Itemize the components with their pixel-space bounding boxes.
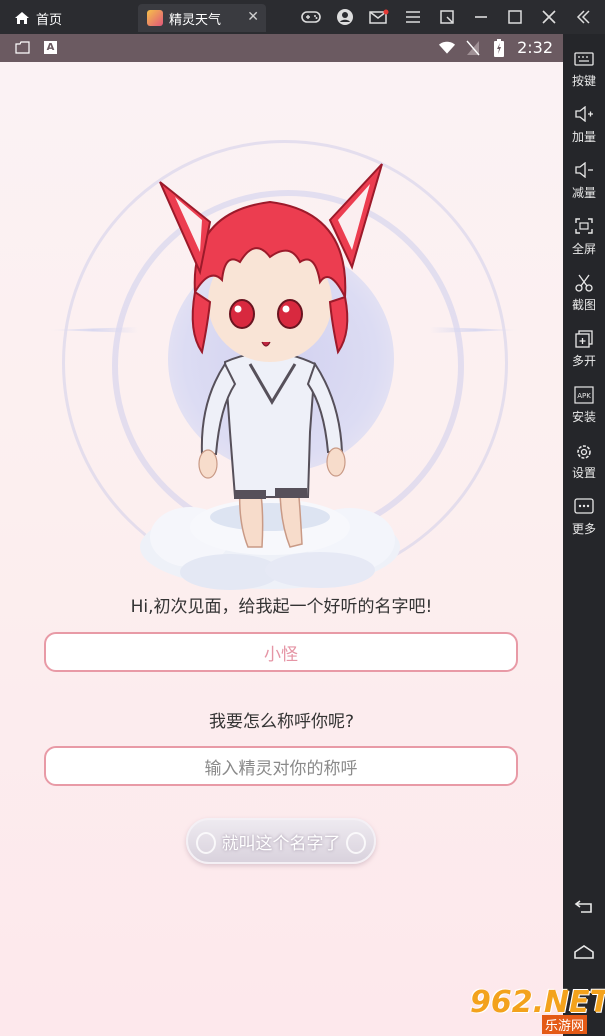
sidebar-home-button[interactable] [563, 944, 605, 966]
sidebar-item-label: 按键 [571, 74, 596, 88]
keyboard-icon [563, 50, 605, 72]
android-status-bar: A 2:32 [0, 34, 563, 62]
folder-icon [14, 39, 30, 55]
sidebar-item-more[interactable]: 更多 [563, 498, 605, 537]
scissors-icon [563, 274, 605, 296]
swirl-ornament-left [196, 832, 216, 854]
sidebar-item-label: 多开 [571, 354, 596, 368]
fullscreen-icon [563, 218, 605, 240]
sidebar-item-screenshot[interactable]: 截图 [563, 274, 605, 313]
sidebar-item-label: 减量 [571, 186, 596, 200]
status-time: 2:32 [517, 38, 553, 57]
app-notification-icon: A [44, 40, 57, 54]
site-watermark-logo: 962.NET 乐游网 [470, 985, 605, 1034]
multi-open-icon [563, 330, 605, 352]
home-icon [15, 12, 29, 24]
account-icon[interactable] [333, 6, 357, 28]
settings-icon [563, 442, 605, 464]
app-tab[interactable]: 精灵天气 ✕ [138, 4, 266, 32]
gamepad-icon[interactable] [299, 6, 323, 28]
sidebar-item-label: 安装 [571, 410, 596, 424]
minimize-icon[interactable] [469, 6, 493, 28]
menu-icon[interactable] [401, 6, 425, 28]
more-icon [563, 498, 605, 520]
sidebar-item-keyboard[interactable]: 按键 [563, 50, 605, 89]
home-tab[interactable]: 首页 [14, 6, 62, 30]
cloud-platform [140, 499, 400, 590]
watermark-sub-text: 乐游网 [542, 1015, 588, 1034]
sidebar-item-label: 全屏 [571, 242, 596, 256]
restore-icon[interactable] [435, 6, 459, 28]
home-shape-icon [563, 944, 605, 966]
sidebar-item-multi-open[interactable]: 多开 [563, 330, 605, 369]
wifi-icon [439, 40, 456, 56]
tab-close-icon[interactable]: ✕ [247, 9, 259, 25]
mail-icon[interactable] [367, 6, 391, 28]
volume-down-icon [563, 161, 605, 184]
close-window-icon[interactable] [537, 6, 561, 28]
sidebar-item-settings[interactable]: 设置 [563, 442, 605, 481]
svg-text:APK: APK [577, 392, 591, 400]
confirm-name-label: 就叫这个名字了 [221, 833, 341, 854]
sidebar-item-label: 截图 [571, 298, 596, 312]
swirl-ornament-right [346, 832, 366, 854]
app-screen: Hi,初次见面，给我起一个好听的名字吧! 小怪 我要怎么称呼你呢? 输入精灵对你… [0, 62, 563, 1036]
fox-girl-character-illustration [140, 163, 400, 590]
sidebar-item-volume-up[interactable]: 加量 [563, 105, 605, 145]
volume-up-icon [563, 105, 605, 128]
sidebar-back-button[interactable] [563, 900, 605, 922]
sidebar-item-fullscreen[interactable]: 全屏 [563, 218, 605, 257]
battery-charging-icon [491, 38, 507, 57]
home-tab-label: 首页 [36, 12, 63, 28]
sprite-name-input[interactable]: 小怪 [44, 632, 518, 672]
emulator-title-bar: 首页 精灵天气 ✕ [0, 0, 605, 34]
maximize-icon[interactable] [503, 6, 527, 28]
sidebar-item-label: 设置 [571, 466, 596, 480]
apk-install-icon: APK [563, 386, 605, 408]
user-nickname-input[interactable]: 输入精灵对你的称呼 [44, 746, 518, 786]
sidebar-item-label: 加量 [571, 130, 596, 144]
app-tab-label: 精灵天气 [169, 12, 222, 28]
back-arrow-icon [563, 900, 605, 922]
emulator-sidebar: 按键 加量 减量 全屏 截图 多开 APK 安装 设置 更多 [563, 34, 605, 1036]
no-signal-icon [465, 40, 481, 56]
sidebar-item-volume-down[interactable]: 减量 [563, 161, 605, 201]
sidebar-item-install-apk[interactable]: APK 安装 [563, 386, 605, 425]
question-text: 我要怎么称呼你呢? [208, 712, 355, 732]
app-icon [147, 10, 163, 26]
confirm-name-button[interactable]: 就叫这个名字了 [186, 818, 376, 864]
sidebar-item-label: 更多 [571, 522, 596, 536]
collapse-sidebar-icon[interactable] [571, 6, 595, 28]
greeting-text: Hi,初次见面，给我起一个好听的名字吧! [130, 597, 433, 617]
